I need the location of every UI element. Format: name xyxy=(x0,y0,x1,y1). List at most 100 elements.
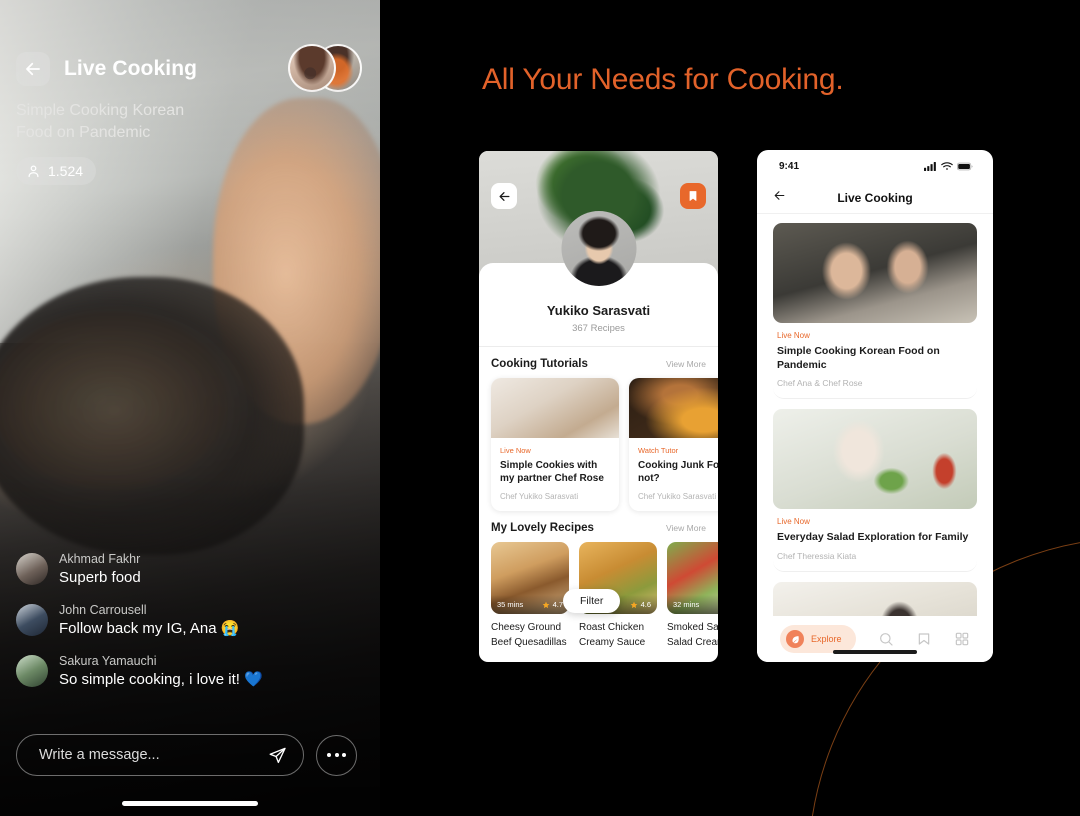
host-avatars[interactable] xyxy=(288,44,362,92)
feed-navbar: Live Cooking xyxy=(757,182,993,214)
recipe-card-title: Cheesy Ground Beef Quesadillas xyxy=(491,622,567,648)
chat-avatar xyxy=(16,553,48,586)
bookmark-icon xyxy=(689,191,697,201)
profile-name: Yukiko Sarasvati xyxy=(546,303,651,318)
feed-title: Live Cooking xyxy=(837,190,913,205)
recipe-rating-value: 4.7 xyxy=(552,600,563,610)
recipes-view-more[interactable]: View More xyxy=(666,523,706,533)
feed-card-image xyxy=(773,581,977,616)
chat-message-text: Superb food xyxy=(59,568,141,586)
home-indicator xyxy=(833,650,917,654)
recipe-card-title: Smoked Salmon Salad Creamy xyxy=(667,622,718,648)
tab-bookmarks[interactable] xyxy=(916,631,932,647)
chat-avatar xyxy=(16,604,48,637)
recipe-rating: 4.6 xyxy=(630,600,651,609)
live-stream-panel: Live Cooking Simple Cooking Korean Food … xyxy=(0,0,380,816)
tutorial-card-tag: Live Now xyxy=(500,446,531,455)
chat-message-text: So simple cooking, i love it! 💙 xyxy=(59,670,263,688)
chat-list: Akhmad Fakhr Superb food John Carrousell… xyxy=(16,551,346,704)
tutorial-card-chef: Chef Yukiko Sarasvati xyxy=(500,492,579,502)
recipes-carousel[interactable]: Filter 35 mins 4.7 Cheesy Ground Beef Qu… xyxy=(479,542,718,649)
arrow-left-icon xyxy=(774,190,785,200)
send-icon xyxy=(269,747,286,763)
live-subtitle: Simple Cooking Korean Food on Pandemic xyxy=(16,102,185,141)
message-input-wrapper[interactable] xyxy=(16,734,304,776)
bookmark-icon xyxy=(918,633,930,645)
tab-explore-label: Explore xyxy=(811,634,842,644)
feed-list[interactable]: Live Now Simple Cooking Korean Food on P… xyxy=(757,214,993,616)
profile-summary: Yukiko Sarasvati 367 Recipes xyxy=(479,211,718,347)
tutorials-section-title: Cooking Tutorials xyxy=(491,358,588,370)
tab-grid[interactable] xyxy=(954,631,970,647)
showcase-canvas: Live Cooking Simple Cooking Korean Food … xyxy=(0,0,1080,816)
feed-card-chef: Chef Theressia Kiata xyxy=(777,550,857,561)
recipe-rating-value: 4.6 xyxy=(640,600,651,610)
feed-back-button[interactable] xyxy=(773,189,786,207)
feed-card-chef: Chef Ana & Chef Rose xyxy=(777,378,863,389)
tab-explore[interactable]: Explore xyxy=(780,625,856,653)
profile-recipe-count: 367 Recipes xyxy=(572,323,625,334)
more-options-button[interactable] xyxy=(316,734,357,776)
recipe-card[interactable]: 32 mins Smoked Salmon Salad Creamy xyxy=(667,542,718,649)
tutorial-card-image xyxy=(629,378,718,438)
star-icon xyxy=(542,601,549,608)
profile-bookmark-button[interactable] xyxy=(680,183,706,209)
viewer-count: 1.524 xyxy=(48,163,84,180)
chat-message: Akhmad Fakhr Superb food xyxy=(16,551,346,588)
leaf-icon-wrapper xyxy=(786,630,805,648)
recipe-card-title: Roast Chicken Creamy Sauce xyxy=(579,622,646,648)
tutorial-card[interactable]: Live Now Simple Cookies with my partner … xyxy=(491,378,619,512)
more-horizontal-icon xyxy=(334,753,339,757)
battery-icon xyxy=(957,162,973,170)
viewer-count-badge: 1.524 xyxy=(16,157,97,186)
arrow-left-icon xyxy=(499,191,509,201)
live-title: Live Cooking xyxy=(64,57,198,80)
tutorial-card-title: Cooking Junk Food, not? xyxy=(638,460,718,485)
filter-button[interactable]: Filter xyxy=(563,589,621,614)
recipe-duration: 32 mins xyxy=(673,600,700,610)
chat-avatar xyxy=(16,655,48,688)
recipe-rating: 4.7 xyxy=(542,600,563,609)
wifi-icon xyxy=(941,162,953,170)
feed-card-tag: Live Now xyxy=(777,331,810,340)
phone-mockup-feed: 9:41 Live Cooking Live Now Simple Cookin… xyxy=(757,150,993,662)
profile-back-button[interactable] xyxy=(491,183,517,209)
cellular-icon xyxy=(924,161,936,171)
bottom-tab-bar: Explore xyxy=(757,616,993,662)
home-indicator xyxy=(122,801,258,806)
message-composer xyxy=(16,734,357,776)
leaf-icon xyxy=(792,635,799,643)
recipe-card-image: 35 mins 4.7 xyxy=(491,542,569,615)
chat-user-name: Akhmad Fakhr xyxy=(59,551,141,566)
more-horizontal-icon xyxy=(342,753,346,757)
feed-card[interactable] xyxy=(773,581,977,616)
recipe-card-image: 32 mins xyxy=(667,542,718,615)
chat-message: John Carrousell Follow back my IG, Ana 😭 xyxy=(16,602,346,639)
feed-card[interactable]: Live Now Everyday Salad Exploration for … xyxy=(773,409,977,572)
feed-card-image xyxy=(773,223,977,323)
chat-user-name: John Carrousell xyxy=(59,602,147,617)
tutorial-card-title: Simple Cookies with my partner Chef Rose xyxy=(500,460,604,485)
tutorial-card-chef: Chef Yukiko Sarasvati xyxy=(638,492,717,502)
message-input[interactable] xyxy=(39,747,239,763)
person-icon xyxy=(28,165,39,177)
send-button[interactable] xyxy=(268,746,287,765)
tutorial-card[interactable]: Watch Tutor Cooking Junk Food, not? Chef… xyxy=(629,378,718,512)
feed-card[interactable]: Live Now Simple Cooking Korean Food on P… xyxy=(773,223,977,400)
star-icon xyxy=(630,601,637,608)
recipes-section-header: My Lovely Recipes View More xyxy=(479,511,718,542)
status-time: 9:41 xyxy=(779,160,800,172)
phone-mockup-profile: Yukiko Sarasvati 367 Recipes Cooking Tut… xyxy=(479,151,718,662)
recipe-card[interactable]: 35 mins 4.7 Cheesy Ground Beef Quesadill… xyxy=(491,542,569,649)
page-headline: All Your Needs for Cooking. xyxy=(482,63,844,96)
search-icon xyxy=(879,633,893,646)
tutorials-carousel[interactable]: Live Now Simple Cookies with my partner … xyxy=(479,378,718,512)
tutorial-card-image xyxy=(491,378,619,438)
chat-message: Sakura Yamauchi So simple cooking, i lov… xyxy=(16,653,346,690)
tutorials-view-more[interactable]: View More xyxy=(666,359,706,369)
chat-message-text: Follow back my IG, Ana 😭 xyxy=(59,619,240,637)
feed-card-title: Simple Cooking Korean Food on Pandemic xyxy=(777,345,940,371)
tab-search[interactable] xyxy=(878,631,894,647)
back-button[interactable] xyxy=(16,52,50,86)
tutorial-card-tag: Watch Tutor xyxy=(638,446,679,455)
